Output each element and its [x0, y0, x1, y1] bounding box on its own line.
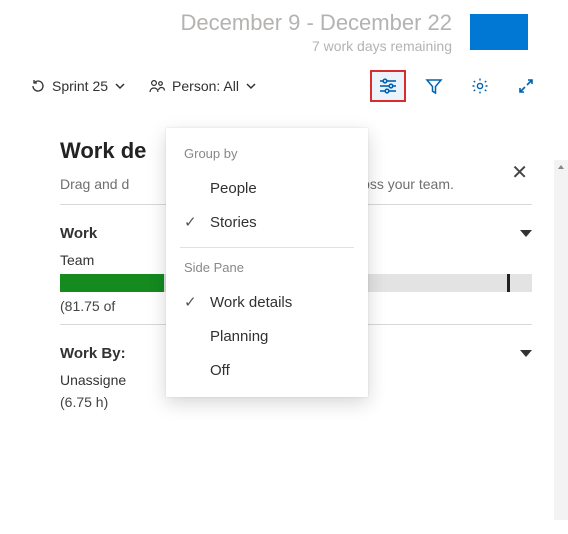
menu-item-stories[interactable]: ✓ Stories — [166, 205, 368, 239]
menu-item-off[interactable]: ✓ Off — [166, 353, 368, 387]
filter-button[interactable] — [416, 70, 452, 102]
date-range: December 9 - December 22 — [181, 10, 452, 36]
days-remaining: 7 work days remaining — [181, 38, 452, 54]
sprint-label: Sprint 25 — [52, 78, 108, 94]
gear-icon — [470, 76, 490, 96]
iteration-header: December 9 - December 22 7 work days rem… — [0, 0, 568, 60]
menu-item-label: People — [210, 180, 257, 197]
check-icon: ✓ — [184, 293, 200, 311]
check-icon: ✓ — [184, 213, 200, 231]
menu-item-label: Work details — [210, 294, 292, 311]
caret-down-icon — [520, 350, 532, 357]
workby-section-title: Work By: — [60, 345, 126, 362]
scroll-up-icon[interactable] — [554, 160, 568, 174]
sprint-picker[interactable]: Sprint 25 — [24, 74, 132, 98]
menu-item-label: Stories — [210, 214, 257, 231]
caret-down-icon — [520, 230, 532, 237]
person-filter[interactable]: Person: All — [142, 74, 263, 98]
date-block: December 9 - December 22 7 work days rem… — [181, 10, 452, 54]
chevron-down-icon — [114, 80, 126, 92]
person-filter-label: Person: All — [172, 78, 239, 94]
refresh-icon — [30, 78, 46, 94]
menu-heading-groupby: Group by — [166, 142, 368, 171]
people-icon — [148, 78, 166, 94]
menu-item-label: Planning — [210, 328, 268, 345]
settings-button[interactable] — [462, 70, 498, 102]
chevron-down-icon — [245, 80, 257, 92]
work-section-title: Work — [60, 225, 97, 242]
scrollbar[interactable] — [554, 160, 568, 520]
menu-item-people[interactable]: ✓ People — [166, 171, 368, 205]
menu-item-label: Off — [210, 362, 230, 379]
sliders-icon — [378, 77, 398, 95]
menu-item-work-details[interactable]: ✓ Work details — [166, 285, 368, 319]
menu-divider — [180, 247, 354, 248]
sprint-toolbar: Sprint 25 Person: All — [0, 60, 568, 116]
fullscreen-button[interactable] — [508, 70, 544, 102]
view-options-menu: Group by ✓ People ✓ Stories Side Pane ✓ … — [166, 128, 368, 397]
view-options-button[interactable] — [370, 70, 406, 102]
funnel-icon — [425, 77, 443, 95]
menu-heading-sidepane: Side Pane — [166, 256, 368, 285]
menu-item-planning[interactable]: ✓ Planning — [166, 319, 368, 353]
close-button[interactable]: ✕ — [511, 160, 528, 185]
burndown-thumbnail[interactable] — [470, 14, 528, 50]
capacity-bar-marker — [507, 274, 510, 292]
expand-icon — [517, 77, 535, 95]
capacity-bar-fill — [60, 274, 164, 292]
